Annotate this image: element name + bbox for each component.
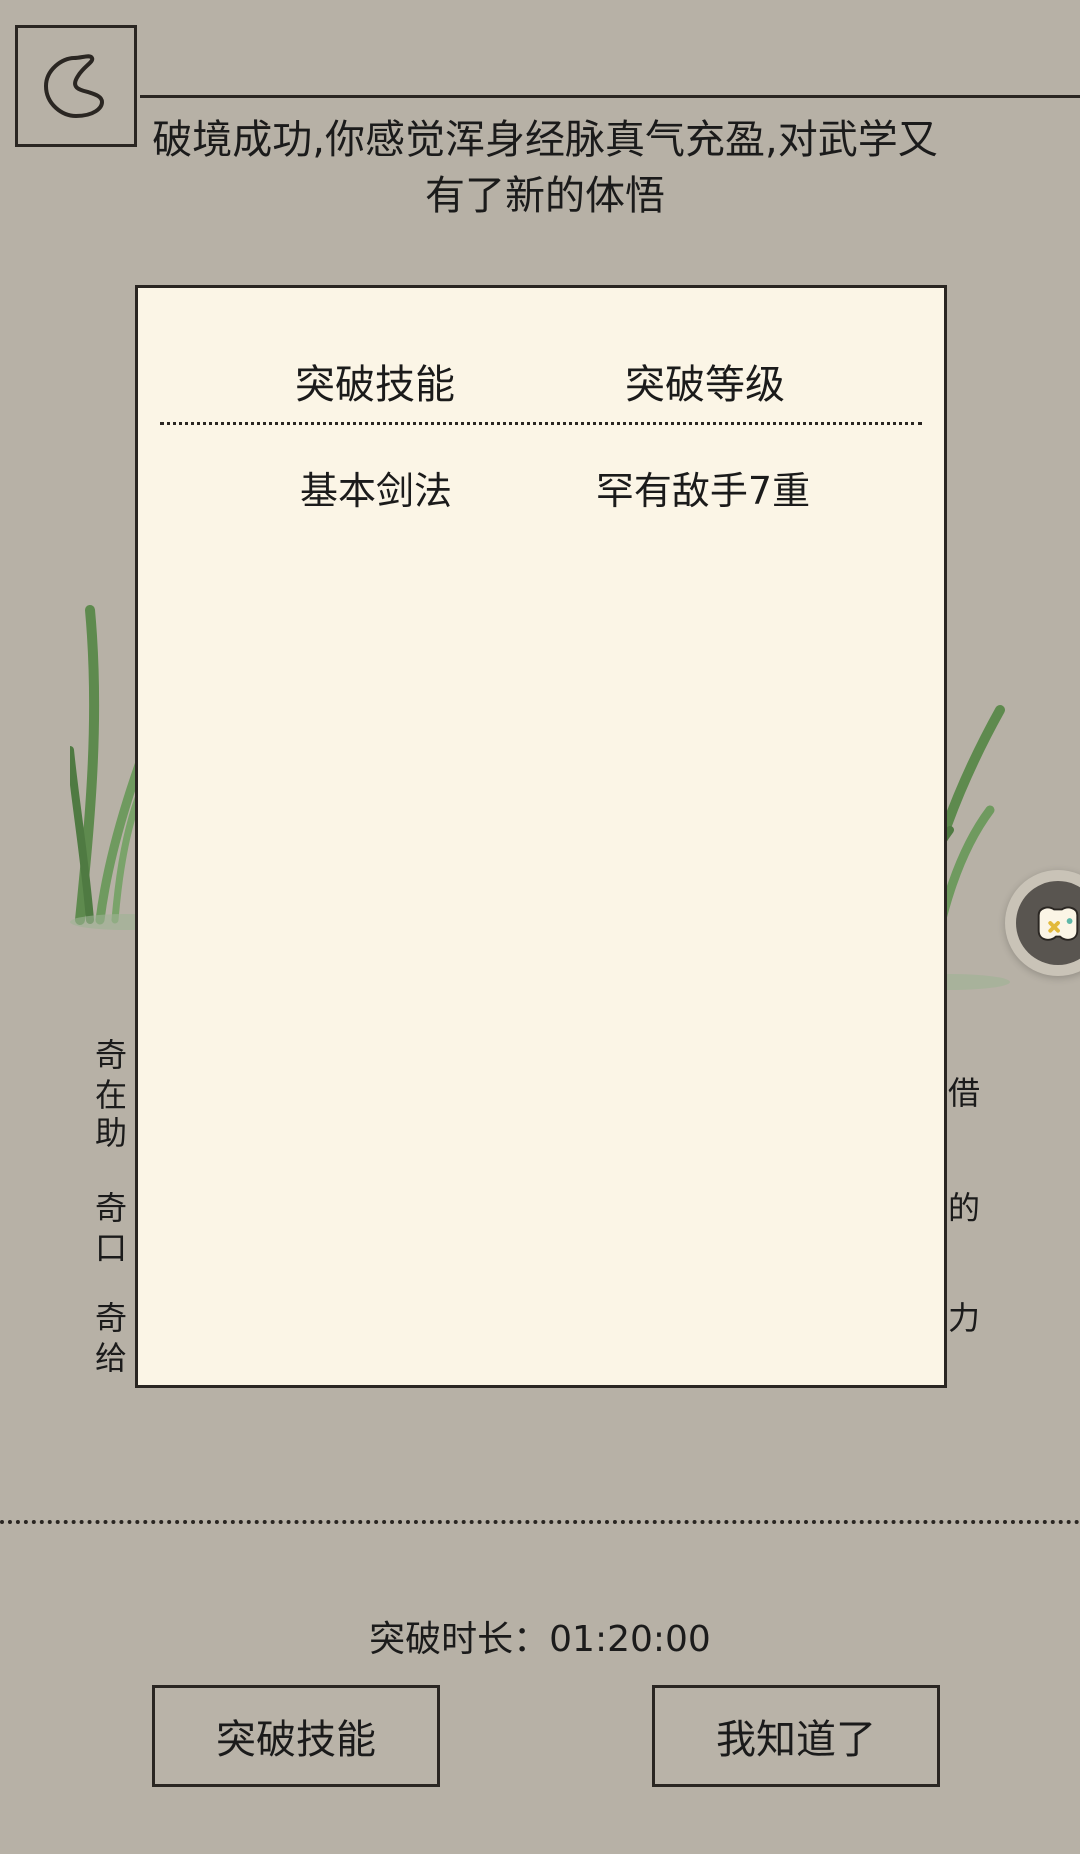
duration-label: 突破时长： (369, 1619, 550, 1660)
dialog-divider (160, 422, 922, 425)
hint-fragment: 奇 (95, 1036, 128, 1074)
back-button[interactable] (15, 25, 137, 147)
hint-fragment: 奇 (95, 1299, 128, 1337)
hint-fragment: 给 (95, 1339, 128, 1377)
floating-assistant-button[interactable] (1005, 870, 1080, 976)
skill-name-cell: 基本剑法 (299, 469, 452, 513)
hint-fragment: 助 (95, 1114, 128, 1152)
breakthrough-skills-dialog (135, 285, 947, 1388)
acknowledge-button[interactable]: 我知道了 (652, 1685, 940, 1787)
hint-fragment: 的 (948, 1189, 981, 1227)
hint-fragment: 在 (95, 1076, 128, 1114)
back-icon (44, 54, 104, 118)
bottom-divider (0, 1520, 1080, 1524)
duration-value: 01:20:00 (549, 1619, 711, 1660)
skill-level-cell: 罕有敌手7重 (595, 469, 811, 513)
breakthrough-skills-button[interactable]: 突破技能 (152, 1685, 440, 1787)
header-divider (140, 95, 1080, 98)
hint-fragment: 借 (948, 1074, 981, 1112)
column-header-level: 突破等级 (625, 362, 785, 408)
column-header-skill: 突破技能 (295, 362, 455, 408)
hint-fragment: 奇 (95, 1189, 128, 1227)
hint-fragment: 口 (95, 1229, 128, 1267)
breakthrough-message: 破境成功,你感觉浑身经脉真气充盈,对武学又有了新的体悟 (152, 117, 938, 219)
hint-fragment: 力 (948, 1299, 981, 1337)
duration-row: 突破时长：01:20:00 (0, 1615, 1080, 1665)
game-controller-icon (1037, 906, 1079, 941)
